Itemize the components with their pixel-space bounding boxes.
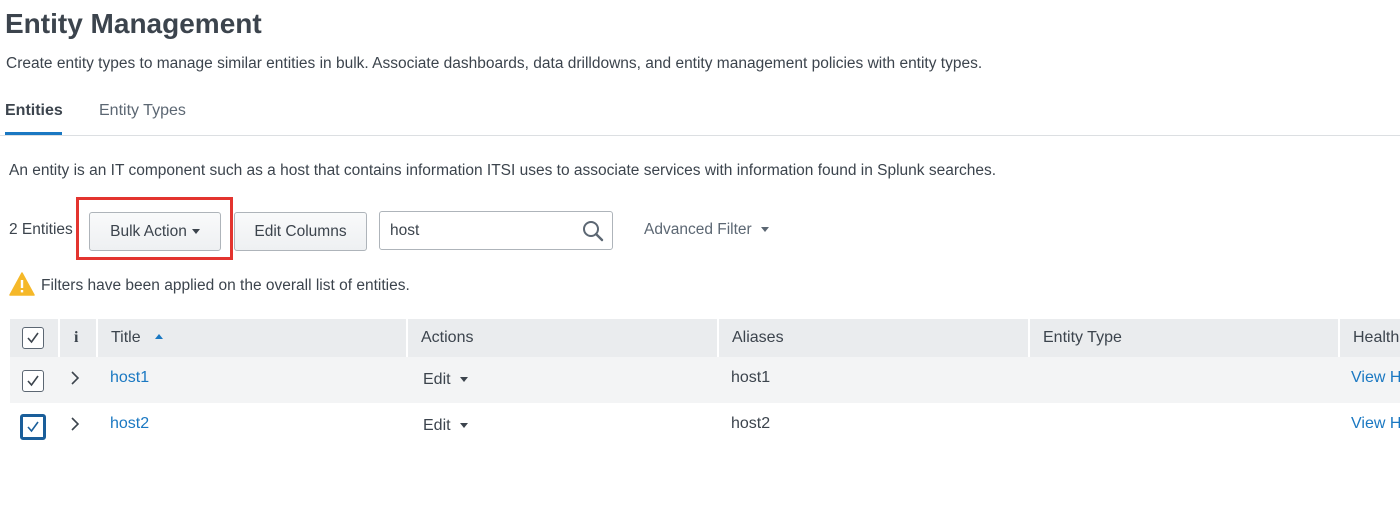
health-column-header: Health — [1338, 319, 1400, 357]
caret-down-icon — [761, 227, 770, 233]
alias-cell: host1 — [731, 369, 771, 386]
search-input[interactable] — [380, 212, 580, 249]
row-checkbox[interactable] — [22, 370, 44, 392]
search-box — [379, 211, 613, 250]
table-header: i Title Actions Aliases Entity Type Heal… — [10, 319, 1400, 357]
caret-down-icon — [460, 377, 469, 383]
view-health-link[interactable]: View H — [1351, 357, 1400, 403]
search-icon[interactable] — [581, 219, 605, 243]
advanced-filter-label: Advanced Filter — [644, 221, 752, 238]
actions-column-header: Actions — [406, 319, 717, 357]
warning-text: Filters have been applied on the overall… — [41, 277, 410, 294]
edit-dropdown[interactable]: Edit — [423, 405, 469, 451]
edit-dropdown[interactable]: Edit — [423, 359, 469, 405]
info-column-header: i — [58, 319, 96, 357]
tab-entity-types[interactable]: Entity Types — [99, 102, 186, 120]
edit-columns-button[interactable]: Edit Columns — [234, 212, 367, 251]
entity-description: An entity is an IT component such as a h… — [9, 162, 997, 179]
alias-cell: host2 — [731, 415, 771, 432]
edit-label: Edit — [423, 417, 451, 434]
table-row: host1 Edit host1 View H — [10, 357, 1400, 403]
aliases-column-header[interactable]: Aliases — [717, 319, 1028, 357]
toolbar: 2 Entities Bulk Action Edit Columns Adva… — [0, 197, 1400, 260]
advanced-filter-dropdown[interactable]: Advanced Filter — [644, 221, 770, 239]
row-checkbox[interactable] — [20, 414, 46, 440]
entity-title-link[interactable]: host2 — [110, 403, 149, 449]
title-column-header[interactable]: Title — [96, 319, 406, 357]
tab-bar: Entities Entity Types — [0, 92, 1400, 136]
page-title: Entity Management — [5, 8, 262, 39]
sort-ascending-icon — [155, 334, 164, 339]
entity-type-column-header[interactable]: Entity Type — [1028, 319, 1339, 357]
bulk-action-button[interactable]: Bulk Action — [89, 212, 221, 251]
caret-down-icon — [460, 423, 469, 429]
warning-icon — [9, 272, 35, 296]
view-health-link[interactable]: View H — [1351, 403, 1400, 449]
tab-entities[interactable]: Entities — [5, 102, 63, 120]
bulk-action-label: Bulk Action — [110, 222, 187, 240]
edit-label: Edit — [423, 371, 451, 388]
entity-count: 2 Entities — [9, 221, 73, 238]
chevron-right-icon[interactable] — [70, 417, 80, 431]
chevron-right-icon[interactable] — [70, 371, 80, 385]
page-description: Create entity types to manage similar en… — [6, 55, 983, 72]
table-row: host2 Edit host2 View H — [10, 403, 1400, 449]
select-all-checkbox[interactable] — [22, 327, 44, 349]
active-tab-indicator — [5, 132, 62, 135]
caret-down-icon — [191, 229, 200, 234]
entity-title-link[interactable]: host1 — [110, 357, 149, 403]
title-column-label: Title — [111, 329, 141, 346]
